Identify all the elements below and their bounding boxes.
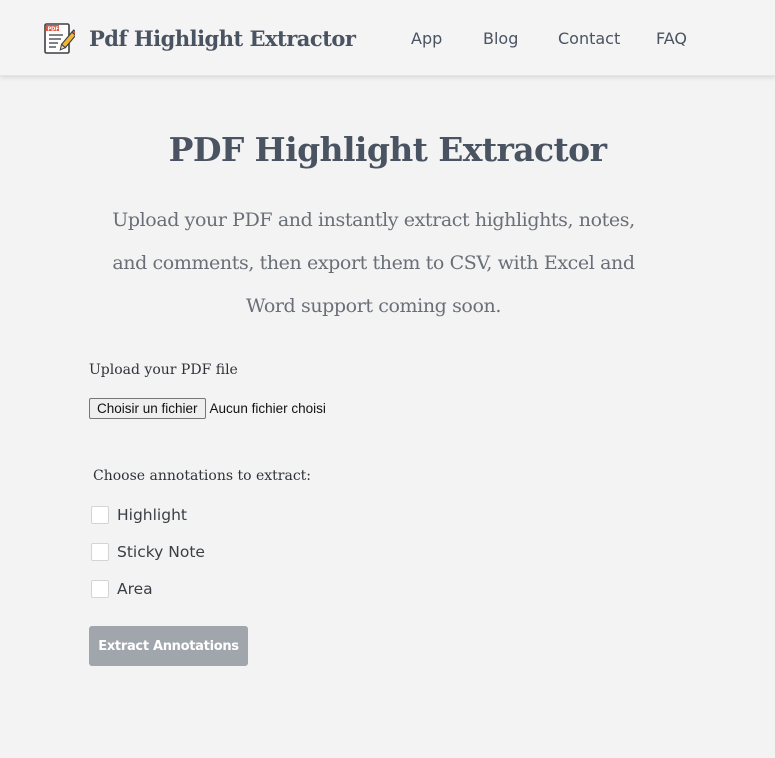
annotations-heading: Choose annotations to extract: xyxy=(93,468,312,484)
sticky-note-checkbox[interactable] xyxy=(91,543,109,561)
file-status: Aucun fichier choisi xyxy=(209,401,326,416)
brand-name: Pdf Highlight Extractor xyxy=(89,25,356,51)
area-checkbox[interactable] xyxy=(91,580,109,598)
page-description: Upload your PDF and instantly extract hi… xyxy=(112,209,635,317)
nav-link-app[interactable]: App xyxy=(411,29,442,48)
pdf-edit-icon: PDF xyxy=(44,23,75,54)
navbar: PDF Pdf Highlight Extractor App Blog Con… xyxy=(0,0,775,76)
extract-annotations-button[interactable]: Extract Annotations xyxy=(89,626,248,666)
option-label: Sticky Note xyxy=(117,543,205,561)
choose-file-button[interactable]: Choisir un fichier xyxy=(89,398,206,419)
option-area[interactable]: Area xyxy=(91,580,153,598)
file-input[interactable]: Choisir un fichier Aucun fichier choisi xyxy=(89,398,326,419)
upload-label: Upload your PDF file xyxy=(89,362,238,378)
option-highlight[interactable]: Highlight xyxy=(91,506,187,524)
nav-link-blog[interactable]: Blog xyxy=(483,29,518,48)
option-label: Highlight xyxy=(117,506,187,524)
nav-link-faq[interactable]: FAQ xyxy=(656,29,687,48)
option-label: Area xyxy=(117,580,153,598)
page-title: PDF Highlight Extractor xyxy=(168,130,607,169)
highlight-checkbox[interactable] xyxy=(91,506,109,524)
brand-link[interactable]: PDF Pdf Highlight Extractor xyxy=(43,20,356,56)
svg-text:PDF: PDF xyxy=(48,26,59,32)
option-sticky-note[interactable]: Sticky Note xyxy=(91,543,205,561)
nav-link-contact[interactable]: Contact xyxy=(558,29,620,48)
